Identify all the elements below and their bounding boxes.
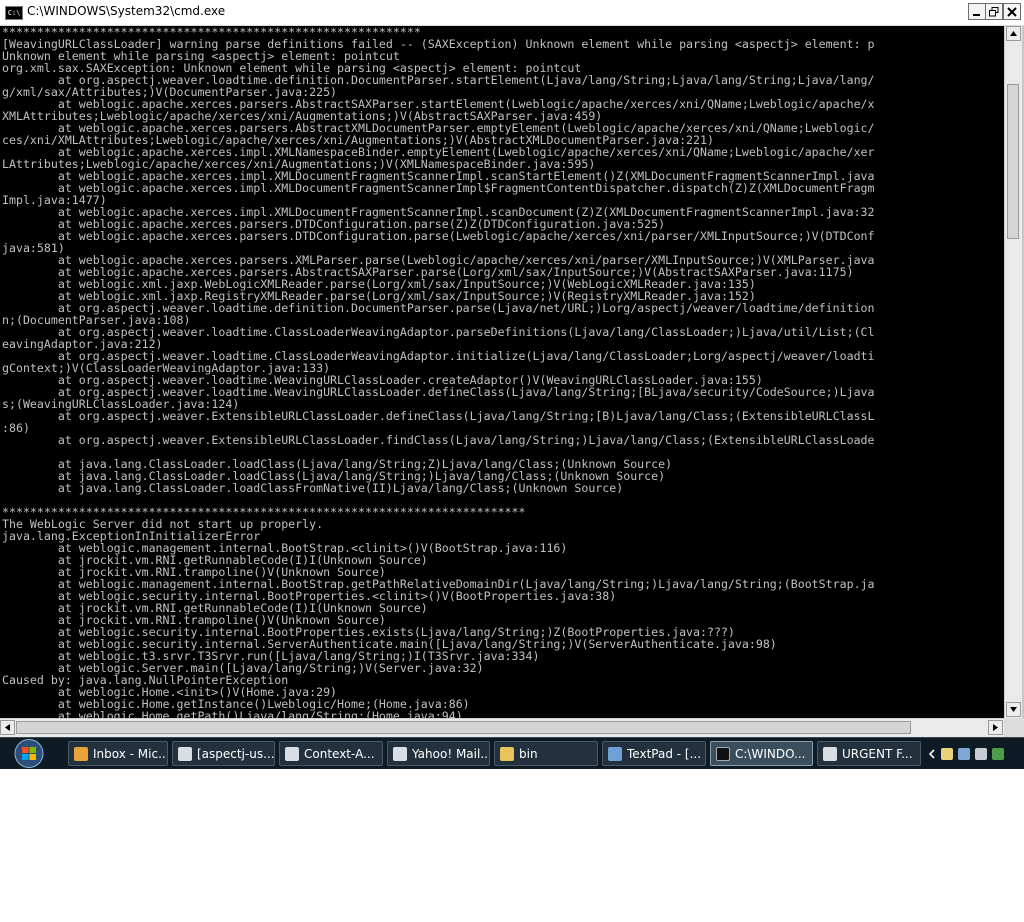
- windows-logo-icon: [14, 739, 44, 768]
- arrow-down-icon: [1010, 707, 1017, 712]
- minimize-icon: [973, 13, 980, 16]
- taskbar-item-urgent[interactable]: URGENT F...: [817, 741, 921, 766]
- scroll-up-button[interactable]: [1006, 26, 1021, 41]
- taskbar-item-cmd[interactable]: C:\WINDO...: [710, 741, 813, 766]
- textpad-icon: [608, 746, 622, 761]
- volume-icon[interactable]: [975, 747, 987, 760]
- scroll-down-button[interactable]: [1006, 702, 1021, 717]
- browser-icon: [178, 746, 192, 761]
- horizontal-scroll-thumb[interactable]: [16, 721, 911, 734]
- taskbar-item-aspectj[interactable]: [aspectj-us...: [172, 741, 275, 766]
- cmd-icon: C:\: [5, 6, 23, 20]
- title-bar[interactable]: C:\ C:\WINDOWS\System32\cmd.exe: [0, 0, 1024, 26]
- minimize-button[interactable]: [968, 3, 986, 20]
- arrow-right-icon: [993, 724, 998, 731]
- folder-icon: [500, 746, 514, 761]
- scroll-left-button[interactable]: [0, 720, 15, 735]
- scroll-right-button[interactable]: [988, 720, 1003, 735]
- horizontal-scrollbar[interactable]: [0, 718, 1004, 737]
- mail-icon: [823, 746, 837, 761]
- arrow-up-icon: [1010, 31, 1017, 36]
- close-button[interactable]: [1003, 3, 1021, 20]
- taskbar-item-bin[interactable]: bin: [494, 741, 598, 766]
- close-icon: [1007, 6, 1017, 17]
- system-tray: [928, 741, 1024, 766]
- outlook-icon: [74, 746, 88, 761]
- window-title: C:\WINDOWS\System32\cmd.exe: [27, 4, 226, 18]
- console-text: ****************************************…: [2, 26, 875, 718]
- start-button[interactable]: [10, 738, 48, 769]
- restore-button[interactable]: [985, 3, 1003, 20]
- browser-icon: [393, 746, 407, 761]
- vertical-scroll-thumb[interactable]: [1007, 84, 1019, 239]
- security-icon[interactable]: [992, 747, 1004, 760]
- vertical-scrollbar[interactable]: [1004, 26, 1022, 718]
- restore-icon: [989, 6, 999, 16]
- network-icon[interactable]: [958, 747, 970, 760]
- taskbar-item-context[interactable]: Context-A...: [279, 741, 383, 766]
- arrow-left-icon: [5, 724, 10, 731]
- console-icon: [716, 746, 730, 761]
- taskbar: Inbox - Mic... [aspectj-us... Context-A.…: [0, 737, 1024, 769]
- console-window: C:\ C:\WINDOWS\System32\cmd.exe ********…: [0, 0, 1024, 737]
- taskbar-item-yahoo-mail[interactable]: Yahoo! Mail...: [387, 741, 490, 766]
- console-output[interactable]: ****************************************…: [0, 26, 1004, 718]
- scrollbar-corner: [1004, 718, 1024, 737]
- taskbar-item-inbox[interactable]: Inbox - Mic...: [68, 741, 168, 766]
- browser-icon: [285, 746, 299, 761]
- chevron-left-icon[interactable]: [928, 748, 936, 759]
- mail-tray-icon[interactable]: [941, 747, 953, 760]
- taskbar-item-textpad[interactable]: TextPad - [...: [602, 741, 706, 766]
